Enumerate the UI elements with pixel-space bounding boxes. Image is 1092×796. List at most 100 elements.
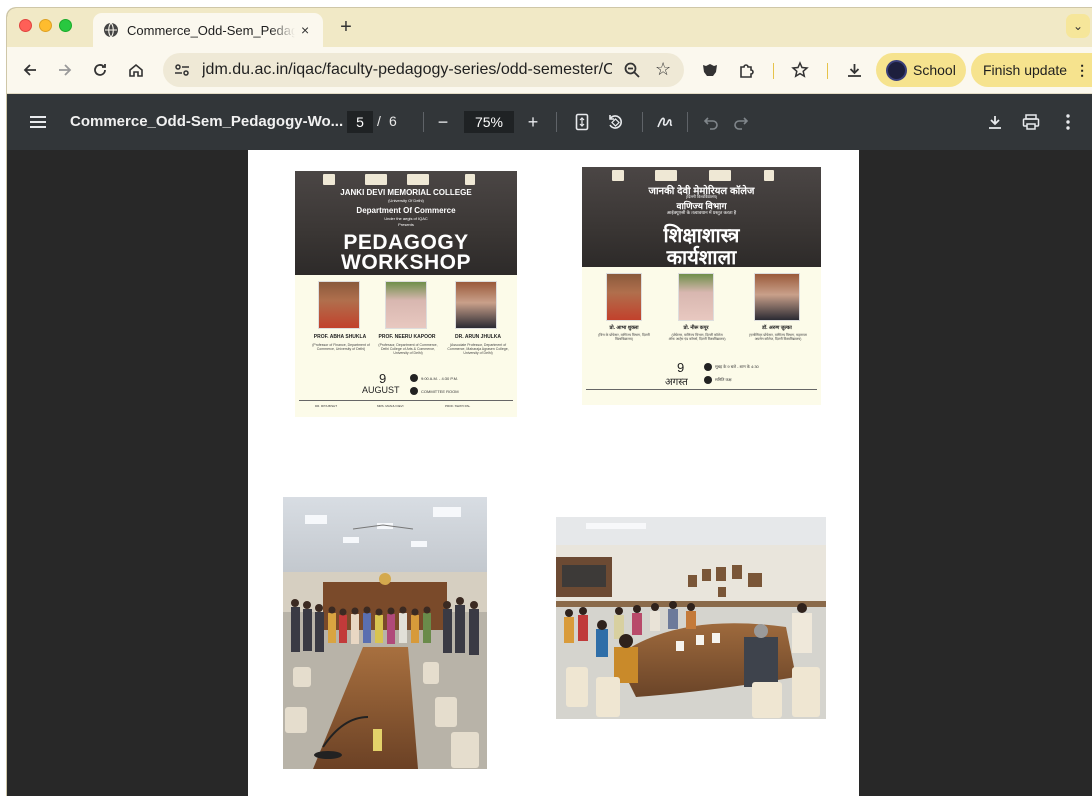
download-icon [847,63,861,77]
tab-search-chevron-icon[interactable]: ⌄ [1066,14,1090,38]
speaker-desc: (Professor of Finance, Department of Com… [312,343,370,351]
clock-icon [704,363,712,371]
tab-strip: Commerce_Odd-Sem_Pedagogy-Workshop × + ⌄ [7,8,1092,47]
speaker-photo [606,273,642,321]
download-pdf-button[interactable] [983,110,1007,134]
poster-title-line2: कार्यशाला [666,247,737,269]
avatar [886,59,907,81]
pdf-divider [423,112,424,132]
bookmarks-button[interactable] [787,57,813,83]
maximize-window-button[interactable] [59,19,72,32]
browser-toolbar: jdm.du.ac.in/iqac/faculty-pedagogy-serie… [7,47,1092,94]
forward-button[interactable] [52,57,78,83]
address-bar[interactable]: jdm.du.ac.in/iqac/faculty-pedagogy-serie… [163,53,684,87]
more-menu-icon[interactable]: ⋮ [1075,62,1089,79]
profile-label: School [913,62,956,78]
more-options-button[interactable] [1056,110,1080,134]
bookmark-star-icon[interactable]: ☆ [655,59,671,80]
poster-header: JANKI DEVI MEMORIAL COLLEGE (University … [295,171,517,275]
g20-logo [655,170,677,181]
poster-month: AUGUST [362,385,400,395]
arrow-right-icon [59,64,72,76]
azadi-logo [407,174,429,185]
toolbar-separator [773,63,774,79]
extension-button[interactable] [697,57,723,83]
poster-footer-name: PROF. SWATI PAL [445,404,471,408]
page-number-input[interactable]: 5 [347,111,373,133]
zoom-out-button[interactable]: − [431,110,455,134]
speaker-desc: (वित्त के प्रोफेसर, वाणिज्य विभाग, दिल्ल… [598,333,650,341]
pdf-viewer[interactable]: JANKI DEVI MEMORIAL COLLEGE (University … [7,150,1092,796]
pdf-divider [642,112,643,132]
zoom-magnifier-icon[interactable] [623,61,641,79]
poster-header: जानकी देवी मेमोरियल कॉलेज (दिल्ली विश्वव… [582,167,821,269]
fit-page-button[interactable] [570,110,594,134]
poster-title-line2: WORKSHOP [341,251,471,274]
arrow-left-icon [23,64,36,76]
tab-close-icon[interactable]: × [301,22,309,38]
poster-college: JANKI DEVI MEMORIAL COLLEGE [340,188,472,197]
speaker-name: PROF. ABHA SHUKLA [313,334,367,340]
speaker-desc: (Professor, Department of Commerce, Delh… [378,343,438,355]
poster-footer-name: MRS. MANJU DEVI [377,404,404,408]
page-total: 6 [389,113,397,129]
workshop-photo-seated [556,517,826,719]
page-separator: / [377,113,381,129]
pdf-divider [556,112,557,132]
undo-button[interactable] [699,110,723,134]
poster-hindi: जानकी देवी मेमोरियल कॉलेज (दिल्ली विश्वव… [582,167,821,405]
finish-update-button[interactable]: Finish update ⋮ [971,53,1092,87]
pdf-divider [687,112,688,132]
downloads-button[interactable] [841,57,867,83]
update-label: Finish update [983,62,1068,78]
new-tab-button[interactable]: + [335,16,357,39]
group-photo-illustration [283,497,487,769]
home-icon [129,63,143,77]
download-icon [989,116,1001,129]
location-icon [704,376,712,384]
vertical-dots-icon [1066,114,1070,130]
reload-icon [94,64,106,76]
poster-venue: COMMITTEE ROOM [421,389,459,394]
poster-footer-name: DR. RITA BISHT [315,404,338,408]
extensions-button[interactable] [733,57,759,83]
fit-page-icon [575,113,589,131]
back-button[interactable] [17,57,43,83]
du-logo [465,174,475,185]
speaker-name: प्रो. आभा शुक्ला [609,325,639,331]
redo-button[interactable] [729,110,753,134]
speaker-photo [318,281,360,329]
star-list-icon [791,61,809,78]
poster-day: 9 [379,371,387,386]
tab-active[interactable]: Commerce_Odd-Sem_Pedagogy-Workshop × [93,13,323,47]
annotate-button[interactable] [653,110,677,134]
site-settings-icon[interactable] [173,61,191,79]
poster-presents: Presents [398,222,414,227]
college-logo [323,174,335,185]
undo-icon [703,117,718,130]
rotate-icon [609,115,622,129]
zoom-in-button[interactable]: + [521,110,545,134]
speaker-photo [385,281,427,329]
speaker-name: DR. ARUN JHULKA [455,334,501,340]
url-text[interactable]: jdm.du.ac.in/iqac/faculty-pedagogy-serie… [202,61,612,79]
rotate-button[interactable] [603,110,627,134]
poster-venue: समिति कक्ष [715,377,732,382]
profile-button[interactable]: School [876,53,966,87]
print-button[interactable] [1019,110,1043,134]
poster-month: अगस्त [665,377,688,388]
hamburger-menu-icon[interactable] [29,112,47,132]
minimize-window-button[interactable] [39,19,52,32]
poster-time: 9:00 A.M. - 4:30 P.M. [421,376,459,381]
g20-logo [365,174,387,185]
zoom-input[interactable]: 75% [464,111,514,133]
pdf-toolbar: Commerce_Odd-Sem_Pedagogy-Wo... 5 / 6 − … [7,94,1092,150]
tab-title: Commerce_Odd-Sem_Pedagogy-Workshop [127,22,295,38]
poster-english: JANKI DEVI MEMORIAL COLLEGE (University … [295,171,517,417]
speaker-desc: (प्रोफेसर, वाणिज्य विभाग, दिल्ली कॉलेज ऑ… [668,333,726,341]
home-button[interactable] [123,57,149,83]
du-logo [764,170,774,181]
speaker-name: प्रो. नीरू कपूर [683,325,709,331]
reload-button[interactable] [87,57,113,83]
close-window-button[interactable] [19,19,32,32]
